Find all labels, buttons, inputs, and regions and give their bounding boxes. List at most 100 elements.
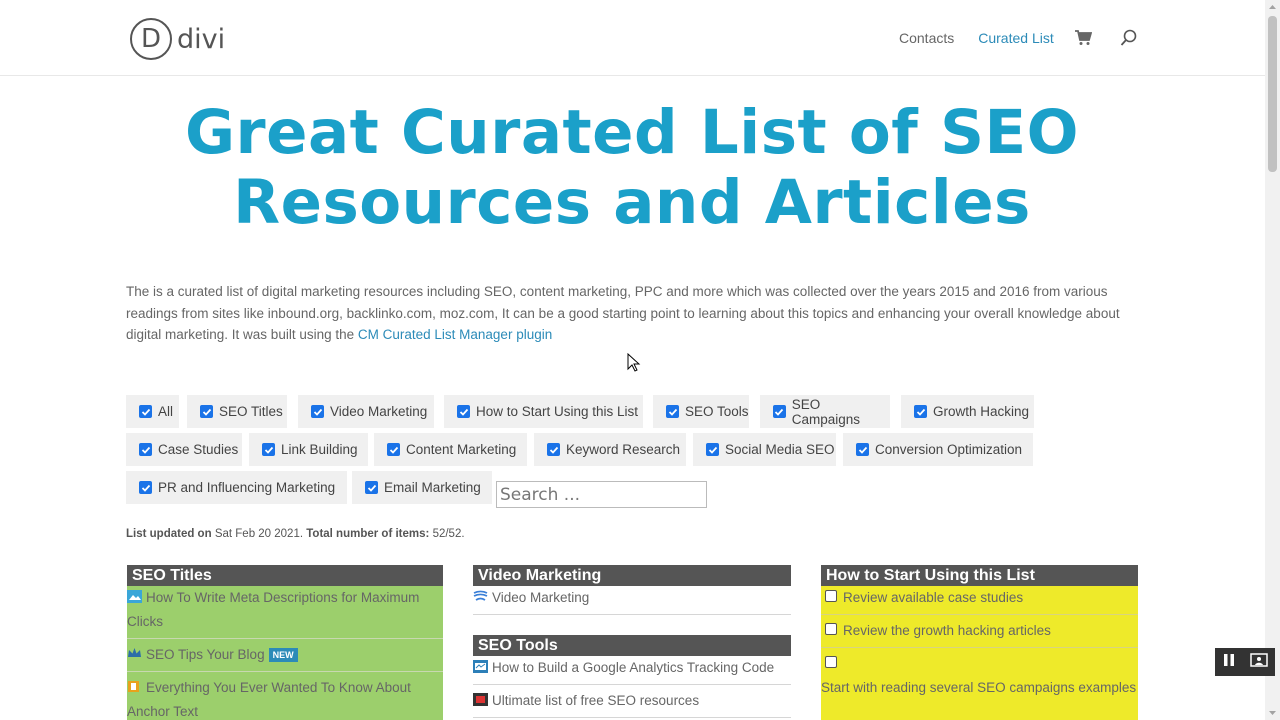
filter-label: Video Marketing: [330, 404, 428, 419]
plugin-link[interactable]: CM Curated List Manager plugin: [358, 327, 552, 342]
site-header: D divi Contacts Curated List: [0, 0, 1265, 76]
list-updated-label: List updated on: [126, 528, 212, 540]
page-scrollbar[interactable]: [1265, 0, 1280, 720]
resource-favicon-icon: [473, 690, 488, 706]
filter-seo-tools[interactable]: SEO Tools: [653, 395, 749, 428]
analytics-favicon-icon: [473, 657, 488, 673]
item-title: Review available case studies: [843, 590, 1024, 605]
picture-in-picture-icon[interactable]: [1250, 652, 1268, 672]
list-item[interactable]: Everything You Ever Wanted To Know About…: [127, 672, 443, 720]
category-column-how-to-start: How to Start Using this List Review avai…: [821, 565, 1138, 720]
item-title: Everything You Ever Wanted To Know About…: [127, 680, 411, 719]
page-title-line-1: Great Curated List of SEO: [184, 97, 1080, 168]
filter-label: Email Marketing: [384, 480, 481, 495]
video-favicon-icon: [473, 587, 488, 601]
list-item[interactable]: Ultimate list of free SEO resources: [473, 685, 791, 718]
scroll-down-arrow-icon[interactable]: [1265, 706, 1280, 720]
checkbox-checked-icon[interactable]: [706, 443, 719, 456]
bookmark-favicon-icon: [127, 677, 142, 692]
checkbox-checked-icon[interactable]: [666, 405, 679, 418]
filter-label: SEO Campaigns: [791, 396, 860, 427]
list-updated-date: Sat Feb 20 2021.: [214, 528, 304, 540]
site-logo[interactable]: D divi: [130, 18, 225, 60]
filter-seo-titles[interactable]: SEO Titles: [187, 395, 287, 428]
checkbox-checked-icon[interactable]: [856, 443, 869, 456]
mouse-cursor-icon: [627, 352, 641, 373]
checkbox-checked-icon[interactable]: [200, 405, 213, 418]
column-title: SEO Tools: [473, 635, 791, 656]
scroll-thumb[interactable]: [1268, 16, 1277, 172]
filter-label: Link Building: [281, 442, 358, 457]
filter-how-to-start[interactable]: How to Start Using this List: [444, 395, 643, 428]
list-item[interactable]: Review available case studies: [821, 586, 1138, 615]
logo-mark: D: [130, 18, 172, 60]
checkbox-unchecked[interactable]: [825, 590, 837, 602]
filter-link-building[interactable]: Link Building: [249, 433, 368, 466]
filter-conversion-optimization[interactable]: Conversion Optimization: [843, 433, 1033, 466]
filter-video-marketing[interactable]: Video Marketing: [298, 395, 434, 428]
item-title: How to Build a Google Analytics Tracking…: [492, 660, 775, 675]
list-item[interactable]: SEO Tips Your Blog NEW: [127, 639, 443, 672]
filter-keyword-research[interactable]: Keyword Research: [534, 433, 686, 466]
checkbox-checked-icon[interactable]: [311, 405, 324, 418]
checkbox-unchecked[interactable]: [825, 623, 837, 635]
filter-label: SEO Titles: [219, 404, 283, 419]
page-title-line-2: Resources and Articles: [233, 167, 1031, 238]
item-title: Ultimate list of free SEO resources: [492, 693, 700, 708]
list-item[interactable]: How To Write Meta Descriptions for Maxim…: [127, 586, 443, 639]
column-title: Video Marketing: [473, 565, 791, 586]
list-updated-info: List updated on Sat Feb 20 2021. Total n…: [126, 528, 465, 540]
filter-seo-campaigns[interactable]: SEO Campaigns: [760, 395, 890, 428]
filter-label: SEO Tools: [685, 404, 749, 419]
checkbox-checked-icon[interactable]: [139, 481, 152, 494]
video-controls: [1215, 648, 1275, 676]
checkbox-unchecked[interactable]: [825, 656, 837, 668]
filter-social-media-seo[interactable]: Social Media SEO: [693, 433, 836, 466]
search-input[interactable]: Search ...: [496, 481, 707, 508]
page-title: Great Curated List of SEO Resources and …: [126, 98, 1138, 238]
filter-label: Growth Hacking: [933, 404, 1030, 419]
pause-icon[interactable]: [1222, 653, 1236, 672]
list-item[interactable]: Review the growth hacking articles: [821, 615, 1138, 648]
search-icon[interactable]: [1120, 29, 1138, 47]
filter-pr-influencing[interactable]: PR and Influencing Marketing: [126, 471, 347, 504]
filter-email-marketing[interactable]: Email Marketing: [352, 471, 492, 504]
item-title: How To Write Meta Descriptions for Maxim…: [127, 590, 420, 629]
checkbox-checked-icon[interactable]: [365, 481, 378, 494]
filter-all[interactable]: All: [126, 395, 179, 428]
checkbox-checked-icon[interactable]: [914, 405, 927, 418]
article-favicon-icon: [127, 587, 142, 603]
filter-label: Content Marketing: [406, 442, 517, 457]
category-column-middle: Video Marketing Video Marketing SEO Tool…: [473, 565, 791, 718]
checkbox-checked-icon[interactable]: [139, 443, 152, 456]
category-column-seo-titles: SEO Titles How To Write Meta Description…: [127, 565, 443, 720]
checkbox-checked-icon[interactable]: [547, 443, 560, 456]
list-item[interactable]: Video Marketing: [473, 586, 791, 615]
scroll-up-arrow-icon[interactable]: [1265, 0, 1280, 14]
total-items-count: 52/52.: [432, 528, 465, 540]
filter-label: Case Studies: [158, 442, 239, 457]
nav-contacts-link[interactable]: Contacts: [899, 30, 954, 46]
column-title: How to Start Using this List: [821, 565, 1138, 586]
filter-case-studies[interactable]: Case Studies: [126, 433, 242, 466]
checkbox-checked-icon[interactable]: [262, 443, 275, 456]
cart-icon[interactable]: [1074, 30, 1092, 46]
filter-growth-hacking[interactable]: Growth Hacking: [901, 395, 1034, 428]
filter-label: Social Media SEO: [725, 442, 835, 457]
filter-content-marketing[interactable]: Content Marketing: [374, 433, 527, 466]
new-badge: NEW: [268, 648, 298, 662]
intro-text: The is a curated list of digital marketi…: [126, 284, 1120, 342]
nav-curated-list-link[interactable]: Curated List: [978, 30, 1053, 46]
checkbox-checked-icon[interactable]: [773, 405, 786, 418]
checkbox-checked-icon[interactable]: [139, 405, 152, 418]
item-title: Start with reading several SEO campaigns…: [821, 680, 1137, 695]
item-title: Video Marketing: [492, 590, 590, 605]
intro-paragraph: The is a curated list of digital marketi…: [126, 281, 1136, 346]
checkbox-checked-icon[interactable]: [457, 405, 470, 418]
checkbox-checked-icon[interactable]: [387, 443, 400, 456]
logo-text: divi: [177, 23, 226, 55]
column-title: SEO Titles: [127, 565, 443, 586]
list-item[interactable]: Start with reading several SEO campaigns…: [821, 648, 1138, 704]
list-item[interactable]: How to Build a Google Analytics Tracking…: [473, 656, 791, 685]
filter-label: PR and Influencing Marketing: [158, 480, 336, 495]
